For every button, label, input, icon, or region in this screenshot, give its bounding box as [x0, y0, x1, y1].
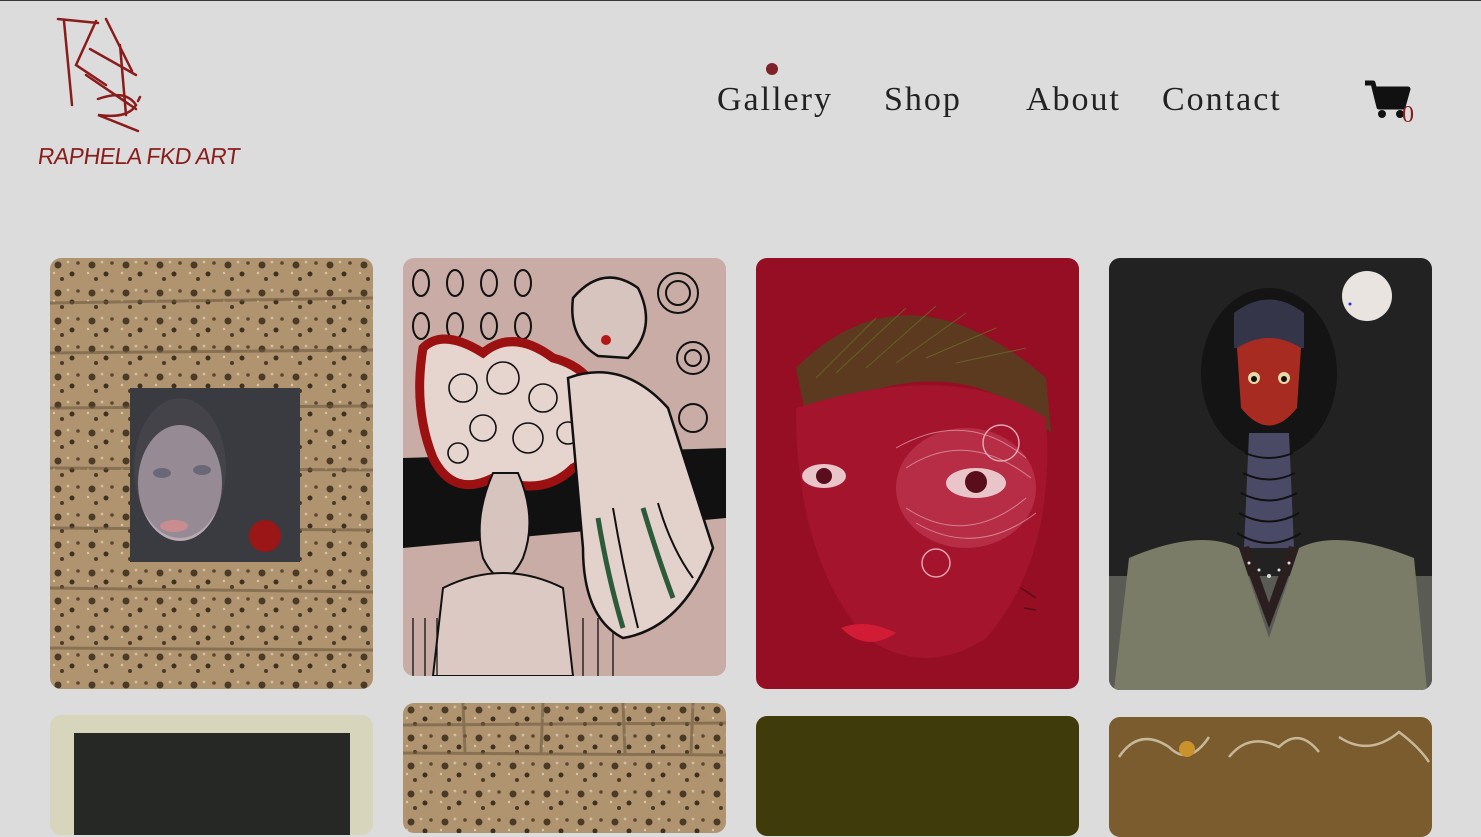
- gallery-item-red-face-portrait[interactable]: [756, 258, 1079, 689]
- cart-count: 0: [1402, 102, 1414, 128]
- gallery-item-olive-artwork[interactable]: [756, 716, 1079, 836]
- logo-text: RAPHELA FKD ART: [36, 143, 242, 169]
- gallery-item-stone-wall[interactable]: [403, 703, 726, 833]
- active-nav-indicator: [766, 63, 778, 75]
- gallery-item-flowers-vase-sketch[interactable]: [403, 258, 726, 676]
- artwork-image: [50, 715, 373, 835]
- artwork-image: [1109, 717, 1432, 837]
- gallery-item-figure-with-moon[interactable]: [1109, 258, 1432, 690]
- artwork-image: [1109, 258, 1432, 690]
- artwork-image: [403, 258, 726, 676]
- gallery-item-branches-artwork[interactable]: [1109, 717, 1432, 837]
- artwork-image: [756, 258, 1079, 689]
- artwork-image: [50, 258, 373, 689]
- artwork-image: [403, 703, 726, 833]
- gallery-item-portrait-on-wall[interactable]: [50, 258, 373, 689]
- nav-contact[interactable]: Contact: [1162, 81, 1282, 119]
- artwork-image: [756, 716, 1079, 836]
- shopping-cart-icon: [1365, 80, 1411, 118]
- nav-about[interactable]: About: [1026, 81, 1121, 119]
- gallery-item-framed-dark-artwork[interactable]: [50, 715, 373, 835]
- nav-gallery[interactable]: Gallery: [717, 81, 833, 119]
- nav-shop[interactable]: Shop: [884, 81, 962, 119]
